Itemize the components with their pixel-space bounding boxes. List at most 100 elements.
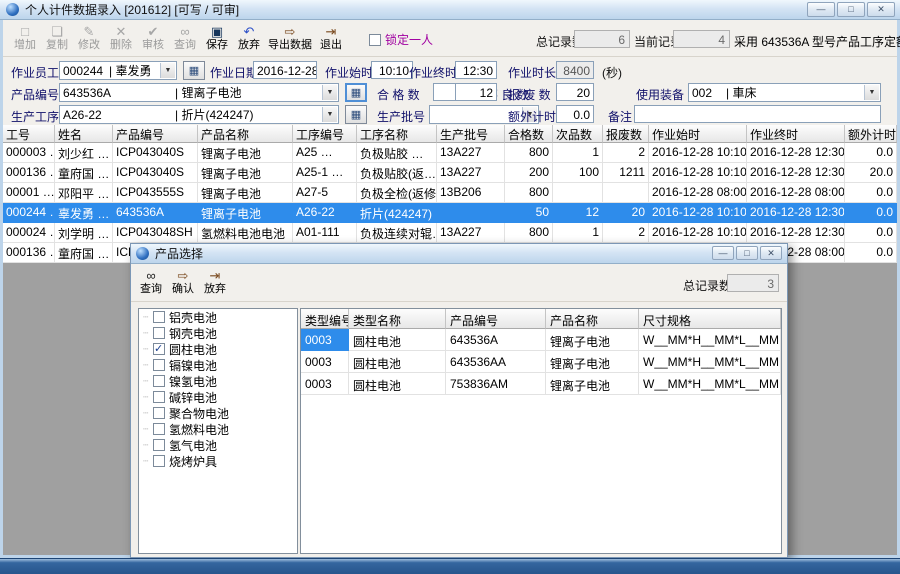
work-date-input[interactable]: 2016-12-28 bbox=[253, 61, 317, 79]
checkbox-icon[interactable] bbox=[153, 439, 165, 451]
toolbar-button[interactable]: ⇨ 导出数据 bbox=[265, 21, 315, 55]
tree-item[interactable]: 烧烤炉具 bbox=[139, 453, 297, 469]
column-header[interactable]: 产品编号 bbox=[446, 309, 546, 329]
chevron-down-icon[interactable]: ▼ bbox=[322, 85, 337, 100]
dialog-titlebar: 产品选择 — □ ✕ bbox=[131, 244, 787, 264]
table-row[interactable]: 0003 圆柱电池 753836AM 锂离子电池 W__MM*H__MM*L__… bbox=[301, 373, 781, 395]
toolbar-button[interactable]: ✎ 修改 bbox=[73, 21, 105, 55]
extra-time-input[interactable]: 0.0 bbox=[556, 105, 594, 123]
end-time-input[interactable]: 12:30 bbox=[455, 61, 497, 79]
toolbar-button[interactable]: ▣ 保存 bbox=[201, 21, 233, 55]
toolbar-button-label: 退出 bbox=[320, 39, 342, 52]
dialog-toolbar-button[interactable]: ⇨ 确认 bbox=[167, 265, 199, 299]
table-row[interactable]: 000136 … 童府国 … ICP043040S 锂离子电池 A25-1 … … bbox=[3, 163, 897, 183]
scrap-input[interactable]: 20 bbox=[556, 83, 594, 101]
scrap-label: 报 废 数 bbox=[508, 86, 551, 103]
column-header[interactable]: 报废数 bbox=[603, 125, 649, 143]
close-icon[interactable]: ✕ bbox=[760, 246, 782, 260]
table-row[interactable]: 00001 … 邓阳平 … ICP043555S 锂离子电池 A27-5 负极全… bbox=[3, 183, 897, 203]
tree-item-label: 碱锌电池 bbox=[169, 389, 217, 406]
column-header[interactable]: 次品数 bbox=[553, 125, 603, 143]
dialog-toolbar-button[interactable]: ∞ 查询 bbox=[135, 265, 167, 299]
column-header[interactable]: 姓名 bbox=[55, 125, 113, 143]
tree-item[interactable]: 聚合物电池 bbox=[139, 405, 297, 421]
toolbar-button[interactable]: ↶ 放弃 bbox=[233, 21, 265, 55]
column-header[interactable]: 产品名称 bbox=[546, 309, 639, 329]
toolbar-button[interactable]: ✔ 审核 bbox=[137, 21, 169, 55]
toolbar-button[interactable]: ❏ 复制 bbox=[41, 21, 73, 55]
entry-form: 作业员工 000244 | 辜发勇 ▼ ▦ 作业日期 2016-12-28 作业… bbox=[3, 57, 897, 125]
start-time-input[interactable]: 10:10 bbox=[371, 61, 413, 79]
checkbox-icon[interactable] bbox=[153, 311, 165, 323]
column-header[interactable]: 产品编号 bbox=[113, 125, 198, 143]
checkbox-icon[interactable] bbox=[153, 343, 165, 355]
close-icon[interactable]: ✕ bbox=[867, 2, 895, 17]
checkbox-icon[interactable] bbox=[153, 375, 165, 387]
table-row[interactable]: 000003 … 刘少红 … ICP043040S 锂离子电池 A25 … 负极… bbox=[3, 143, 897, 163]
chevron-down-icon[interactable]: ▼ bbox=[160, 63, 175, 78]
maximize-icon[interactable]: □ bbox=[837, 2, 865, 17]
remark-label: 备注 bbox=[608, 108, 632, 125]
table-row[interactable]: 000244 … 辜发勇 … 643536A 锂离子电池 A26-22 折片(4… bbox=[3, 203, 897, 223]
checkbox-icon[interactable] bbox=[369, 34, 381, 46]
column-header[interactable]: 工序编号 bbox=[293, 125, 357, 143]
column-header[interactable]: 类型名称 bbox=[349, 309, 446, 329]
tree-item[interactable]: 铝壳电池 bbox=[139, 309, 297, 325]
worker-lookup-button[interactable]: ▦ bbox=[183, 61, 205, 80]
process-lookup-button[interactable]: ▦ bbox=[345, 105, 367, 124]
add-icon: □ bbox=[21, 25, 29, 39]
toolbar-button[interactable]: ✕ 删除 bbox=[105, 21, 137, 55]
cell-scrap: 1211 bbox=[603, 163, 649, 183]
tree-item[interactable]: 钢壳电池 bbox=[139, 325, 297, 341]
product-lookup-button[interactable]: ▦ bbox=[345, 83, 367, 102]
tree-item[interactable]: 氢气电池 bbox=[139, 437, 297, 453]
checkbox-icon[interactable] bbox=[153, 327, 165, 339]
column-header[interactable]: 产品名称 bbox=[198, 125, 293, 143]
toolbar-button[interactable]: ∞ 查询 bbox=[169, 21, 201, 55]
column-header[interactable]: 类型编号 bbox=[301, 309, 349, 329]
remark-input[interactable] bbox=[634, 105, 881, 123]
product-code: 643536A bbox=[63, 86, 175, 100]
maximize-icon[interactable]: □ bbox=[736, 246, 758, 260]
checkbox-icon[interactable] bbox=[153, 359, 165, 371]
column-header[interactable]: 合格数 bbox=[505, 125, 553, 143]
table-row[interactable]: 000024 … 刘学明 … ICP043048SH 氢燃料电池电池 A01-1… bbox=[3, 223, 897, 243]
equipment-combobox[interactable]: 002 | 車床 ▼ bbox=[688, 83, 881, 102]
column-header[interactable]: 作业始时 bbox=[649, 125, 747, 143]
cancel-icon: ⇥ bbox=[210, 269, 221, 283]
defective-input[interactable]: 12 bbox=[455, 83, 497, 101]
product-combobox[interactable]: 643536A | 锂离子电池 ▼ bbox=[59, 83, 339, 102]
worker-combobox[interactable]: 000244 | 辜发勇 ▼ bbox=[59, 61, 177, 80]
checkbox-icon[interactable] bbox=[153, 423, 165, 435]
process-combobox[interactable]: A26-22 | 折片(424247) ▼ bbox=[59, 105, 339, 124]
column-header[interactable]: 工号 bbox=[3, 125, 55, 143]
column-header[interactable]: 作业终时 bbox=[747, 125, 845, 143]
cell-product-name: 氢燃料电池电池 bbox=[198, 223, 293, 243]
checkbox-icon[interactable] bbox=[153, 455, 165, 467]
column-header[interactable]: 生产批号 bbox=[437, 125, 505, 143]
dialog-toolbar-button[interactable]: ⇥ 放弃 bbox=[199, 265, 231, 299]
cell-worker-name: 刘学明 … bbox=[55, 223, 113, 243]
toolbar-button[interactable]: □ 增加 bbox=[9, 21, 41, 55]
minimize-icon[interactable]: — bbox=[807, 2, 835, 17]
tree-item[interactable]: 碱锌电池 bbox=[139, 389, 297, 405]
table-row[interactable]: 0003 圆柱电池 643536AA 锂离子电池 W__MM*H__MM*L__… bbox=[301, 351, 781, 373]
minimize-icon[interactable]: — bbox=[712, 246, 734, 260]
cell-qualified: 200 bbox=[505, 163, 553, 183]
checkbox-icon[interactable] bbox=[153, 391, 165, 403]
tree-item[interactable]: 氢燃料电池 bbox=[139, 421, 297, 437]
tree-item[interactable]: 镍氢电池 bbox=[139, 373, 297, 389]
chevron-down-icon[interactable]: ▼ bbox=[322, 107, 337, 122]
tree-item[interactable]: 镉镍电池 bbox=[139, 357, 297, 373]
column-header[interactable]: 工序名称 bbox=[357, 125, 437, 143]
column-header[interactable]: 额外计时 bbox=[845, 125, 897, 143]
table-row[interactable]: 0003 圆柱电池 643536A 锂离子电池 W__MM*H__MM*L__M… bbox=[301, 329, 781, 351]
column-header[interactable]: 尺寸规格 bbox=[639, 309, 781, 329]
product-table: 类型编号类型名称产品编号产品名称尺寸规格 0003 圆柱电池 643536A 锂… bbox=[300, 308, 782, 554]
toolbar-button[interactable]: ⇥ 退出 bbox=[315, 21, 347, 55]
lock-one-person-checkbox[interactable]: 锁定一人 bbox=[369, 31, 433, 48]
cell-process-name: 负极贴胶 … bbox=[357, 143, 437, 163]
checkbox-icon[interactable] bbox=[153, 407, 165, 419]
chevron-down-icon[interactable]: ▼ bbox=[864, 85, 879, 100]
tree-item[interactable]: 圆柱电池 bbox=[139, 341, 297, 357]
